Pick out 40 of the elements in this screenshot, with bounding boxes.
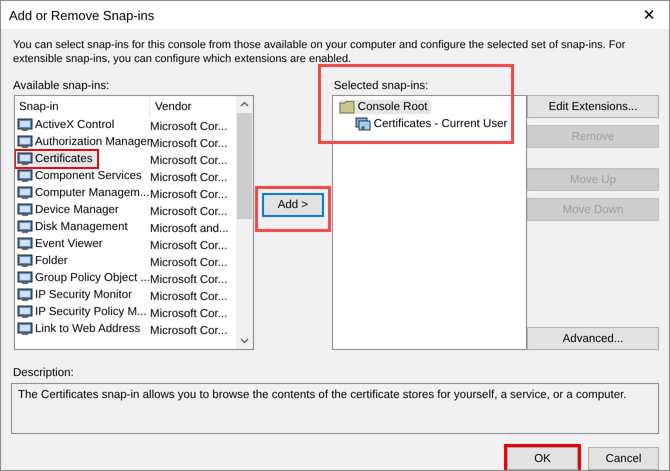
folder-icon [338,100,355,114]
snapin-item[interactable]: ActiveX Control [17,118,118,132]
vendor-cell-text: Microsoft Cor... [149,324,228,336]
column-header[interactable]: Vendor [150,101,192,113]
add-button[interactable]: Add > [262,193,324,217]
vendor-cell-text: Microsoft Cor... [150,138,228,150]
vendor-cell-text: Microsoft Cor... [149,154,228,166]
snapin-item[interactable]: Component Services [17,169,145,183]
intro-text: You can select snap-ins for this console from those available on your computer and configure the selected set of snap-ins. For extensible snap-ins, you can configure which extensions are enabled. [13,38,626,66]
tree-item[interactable]: Console Root [338,100,432,114]
side-button[interactable]: Advanced... [527,327,660,350]
vendor-cell-text: Microsoft Cor... [149,274,228,286]
vendor-cell-text: Microsoft Cor... [149,308,228,320]
vendor-cell-text: Microsoft Cor... [149,206,228,218]
tree-item[interactable]: Certificates - Current User [354,116,512,130]
snapin-item[interactable]: Device Manager [17,203,122,217]
scroll-thumb[interactable] [237,113,252,219]
side-button[interactable]: Edit Extensions... [527,95,660,118]
description-box: The Certificates snap-in allows you to browse the contents of the certificate stores for yourself, a service, or a computer. [11,383,659,434]
vendor-cell-text: Microsoft Cor... [149,256,228,268]
scrollbar[interactable] [236,96,254,349]
description-label: Description: [13,367,75,381]
vendor-cell-text: Microsoft Cor... [149,240,228,252]
dialog-button[interactable]: Cancel [588,447,659,470]
vendor-cell-text: Microsoft Cor... [149,172,228,184]
vendor-cell-text: Microsoft Cor... [149,120,228,132]
available-label: Available snap-ins: [13,80,110,94]
vendor-cell-text: Microsoft Cor... [149,290,228,302]
snapin-item[interactable]: Event Viewer [17,237,106,251]
snapin-item[interactable]: Certificates [17,152,96,166]
snapin-item[interactable]: Link to Web Address [17,322,144,336]
snapin-item[interactable]: IP Security Policy M... [17,305,150,319]
window-title: Add or Remove Snap-ins [9,8,154,22]
snapin-item[interactable]: IP Security Monitor [17,288,135,302]
vendor-cell-text: Microsoft and... [149,222,229,234]
snapin-item[interactable]: Folder [17,254,71,268]
snapin-item[interactable]: Disk Management [17,220,131,234]
dialog-button[interactable]: OK [507,447,578,470]
selected-label: Selected snap-ins: [334,80,430,94]
close-button[interactable]: ✕ [629,1,669,29]
